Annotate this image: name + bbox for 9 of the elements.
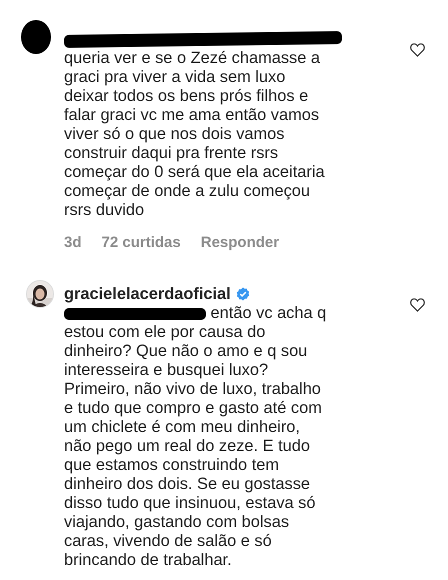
comment-text: então vc acha q estou com ele por causa do dinheiro? Que não o amo e q sou interesseira e busquei luxo? Primeiro, não vivo de luxo, trabalho e tudo que compro e gasto até com um chiclete é com meu dinheiro, não pego um real do zeze. E tudo que estamos construindo tem dinheiro dos dois. Se eu gostasse disso tudo que insinuou, estava só viajando, gastando com bolsas caras, vivendo de salão e só brincando de trabalhar. (64, 304, 326, 569)
avatar-redaction (20, 19, 52, 55)
comment-text: queria ver e se o Zezé chamasse a graci pra viver a vida sem luxo deixar todos os bens prós filhos e falar graci vc me ama então vamos viver só o que nos dois vamos construir daqui pra frente rsrs começar do 0 será que ela aceitaria começar de onde a zulu começou rsrs duvido (64, 49, 325, 219)
comment-time: 3d (64, 233, 82, 252)
heart-icon[interactable] (410, 43, 424, 57)
like-count[interactable]: 72 curtidas (102, 233, 181, 252)
username[interactable]: gracielelacerdaoficial (64, 284, 231, 304)
heart-icon[interactable] (410, 298, 424, 312)
reply-link[interactable]: Responder (200, 233, 280, 252)
